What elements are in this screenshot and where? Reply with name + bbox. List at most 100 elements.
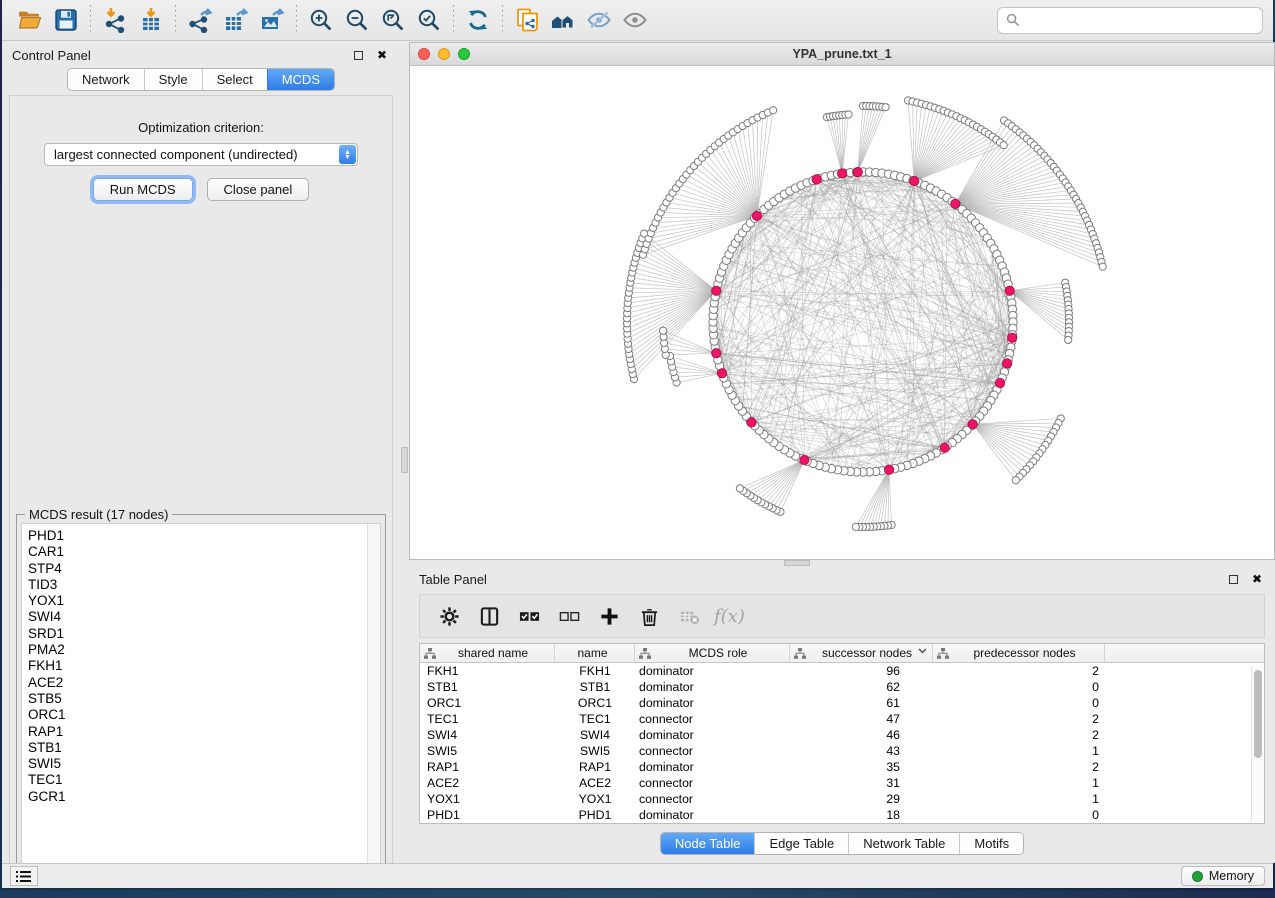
network-node[interactable] (1000, 142, 1007, 149)
sort-chevron-icon[interactable] (918, 648, 927, 654)
result-node-item[interactable]: YOX1 (28, 593, 380, 609)
search-field[interactable] (997, 7, 1263, 34)
mcds-hub-node[interactable] (1008, 333, 1017, 342)
table-scrollbar-thumb[interactable] (1254, 670, 1262, 758)
toggle-columns-button[interactable] (474, 600, 504, 632)
close-window-icon[interactable] (418, 48, 430, 60)
table-row[interactable]: PHD1PHD1dominator180 (420, 807, 1264, 823)
result-node-item[interactable]: SWI4 (28, 609, 380, 625)
float-panel-icon[interactable] (350, 47, 366, 63)
tab-motifs[interactable]: Motifs (959, 833, 1023, 854)
mcds-hub-node[interactable] (995, 378, 1004, 387)
table-row[interactable]: RAP1RAP1dominator352 (420, 759, 1264, 775)
import-network-button[interactable] (97, 3, 133, 37)
first-neighbors-button[interactable] (545, 3, 581, 37)
column-header-shared-name[interactable]: shared name (420, 644, 555, 662)
result-node-item[interactable]: STB1 (28, 740, 380, 756)
zoom-fit-button[interactable] (375, 3, 411, 37)
mcds-hub-node[interactable] (1005, 286, 1014, 295)
network-node[interactable] (1065, 336, 1072, 343)
mcds-hub-node[interactable] (712, 286, 721, 295)
mcds-hub-node[interactable] (838, 169, 847, 178)
delete-table-button[interactable] (674, 600, 704, 632)
mcds-hub-node[interactable] (884, 465, 893, 474)
result-node-item[interactable]: FKH1 (28, 658, 380, 674)
save-session-button[interactable] (48, 3, 84, 37)
splitter-grip[interactable] (401, 447, 408, 473)
network-node[interactable] (770, 107, 777, 114)
network-node[interactable] (1012, 477, 1019, 484)
result-node-item[interactable]: PMA2 (28, 642, 380, 658)
import-table-button[interactable] (133, 3, 169, 37)
result-node-item[interactable]: TID3 (28, 577, 380, 593)
mcds-hub-node[interactable] (800, 455, 809, 464)
table-row[interactable]: STB1STB1dominator620 (420, 679, 1264, 695)
add-column-button[interactable] (594, 600, 624, 632)
column-header-MCDS-role[interactable]: MCDS role (635, 644, 790, 662)
minimize-window-icon[interactable] (438, 48, 450, 60)
mcds-hub-node[interactable] (717, 369, 726, 378)
result-node-item[interactable]: RAP1 (28, 724, 380, 740)
tab-network-table[interactable]: Network Table (848, 833, 959, 854)
table-row[interactable]: SWI4SWI4dominator462 (420, 727, 1264, 743)
network-node[interactable] (852, 523, 859, 530)
tab-style[interactable]: Style (144, 69, 202, 90)
network-node[interactable] (660, 327, 667, 334)
result-node-item[interactable]: GCR1 (28, 789, 380, 805)
search-input[interactable] (1026, 10, 1254, 30)
export-table-button[interactable] (218, 3, 254, 37)
result-node-item[interactable]: CAR1 (28, 544, 380, 560)
close-panel-icon[interactable]: ✖ (1249, 571, 1265, 587)
mcds-hub-node[interactable] (968, 420, 977, 429)
mcds-hub-node[interactable] (712, 349, 721, 358)
zoom-out-button[interactable] (339, 3, 375, 37)
column-header-name[interactable]: name (555, 644, 635, 662)
open-session-button[interactable] (12, 3, 48, 37)
result-node-item[interactable]: ORC1 (28, 707, 380, 723)
zoom-selected-button[interactable] (411, 3, 447, 37)
task-history-button[interactable] (10, 866, 38, 886)
table-row[interactable]: ACE2ACE2connector311 (420, 775, 1264, 791)
table-settings-button[interactable] (434, 600, 464, 632)
run-mcds-button[interactable]: Run MCDS (93, 178, 193, 201)
mcds-hub-node[interactable] (940, 443, 949, 452)
tab-mcds[interactable]: MCDS (267, 69, 334, 90)
close-panel-button[interactable]: Close panel (207, 178, 310, 201)
network-graph[interactable] (410, 66, 1274, 559)
table-row[interactable]: SWI5SWI5connector431 (420, 743, 1264, 759)
result-node-item[interactable]: SRD1 (28, 626, 380, 642)
network-node[interactable] (1099, 263, 1106, 270)
tab-node-table[interactable]: Node Table (661, 833, 755, 854)
result-node-item[interactable]: ACE2 (28, 675, 380, 691)
table-row[interactable]: YOX1YOX1connector291 (420, 791, 1264, 807)
vertical-splitter[interactable] (400, 42, 409, 863)
clone-network-button[interactable] (509, 3, 545, 37)
network-canvas[interactable] (410, 66, 1274, 559)
refresh-button[interactable] (460, 3, 496, 37)
mcds-hub-node[interactable] (752, 211, 761, 220)
float-panel-icon[interactable] (1225, 571, 1241, 587)
result-node-item[interactable]: PHD1 (28, 528, 380, 544)
result-node-item[interactable]: STB5 (28, 691, 380, 707)
mcds-hub-node[interactable] (747, 418, 756, 427)
network-node[interactable] (736, 485, 743, 492)
column-header-successor-nodes[interactable]: successor nodes (790, 644, 933, 662)
table-row[interactable]: FKH1FKH1dominator962 (420, 663, 1264, 679)
tab-select[interactable]: Select (202, 69, 267, 90)
table-scrollbar[interactable] (1251, 666, 1263, 822)
network-node[interactable] (845, 111, 852, 118)
result-node-item[interactable]: SWI5 (28, 756, 380, 772)
close-panel-icon[interactable]: ✖ (374, 47, 390, 63)
zoom-in-button[interactable] (303, 3, 339, 37)
tab-edge-table[interactable]: Edge Table (754, 833, 848, 854)
result-list-scrollbar[interactable] (367, 524, 380, 876)
result-node-item[interactable]: TEC1 (28, 772, 380, 788)
table-row[interactable]: ORC1ORC1dominator610 (420, 695, 1264, 711)
deselect-all-checks-button[interactable] (554, 600, 584, 632)
column-header-predecessor-nodes[interactable]: predecessor nodes (933, 644, 1105, 662)
show-all-button[interactable] (617, 3, 653, 37)
mcds-result-list[interactable]: PHD1CAR1STP4TID3YOX1SWI4SRD1PMA2FKH1ACE2… (21, 523, 381, 877)
memory-button[interactable]: Memory (1181, 866, 1265, 886)
export-network-button[interactable] (182, 3, 218, 37)
table-row[interactable]: TEC1TEC1connector472 (420, 711, 1264, 727)
